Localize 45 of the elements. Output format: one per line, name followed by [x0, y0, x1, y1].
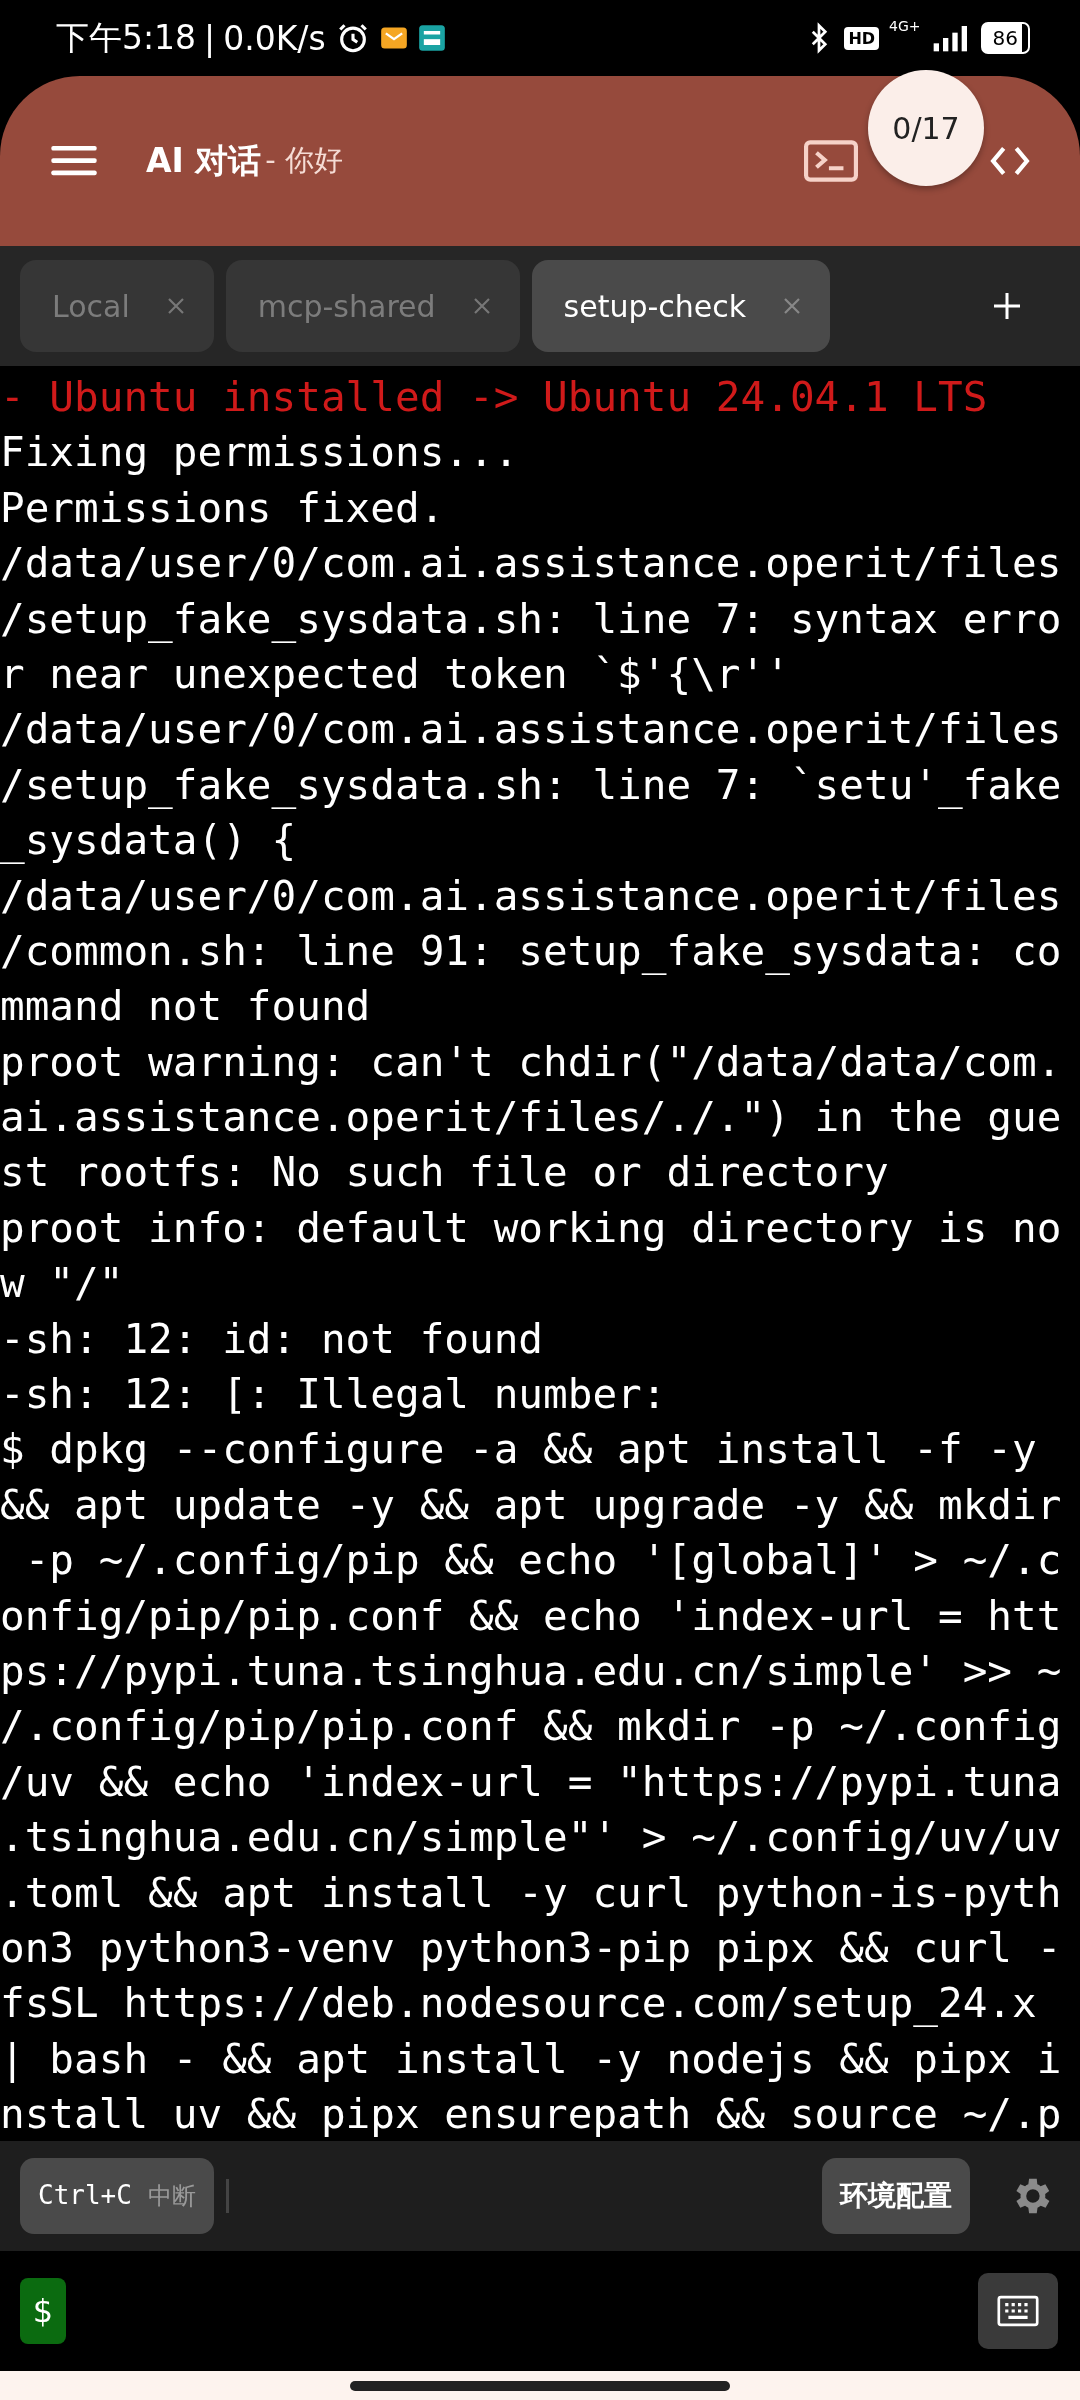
terminal-line: mmand not found: [0, 981, 372, 1033]
app-subtitle: - 你好: [265, 142, 343, 179]
status-time: 下午5:18: [56, 16, 197, 59]
terminal-line: w "/": [0, 1258, 125, 1310]
terminal-line: /setup_fake_sysdata.sh: line 7: syntax erro: [0, 593, 1063, 645]
battery-indicator: 86: [980, 22, 1030, 54]
terminal-line: /setup_fake_sysdata.sh: line 7: `setu'_fake: [0, 759, 1063, 811]
terminal-line: .tsinghua.edu.cn/simple"' > ~/.config/uv/uv: [0, 1812, 1063, 1864]
terminal-line: /common.sh: line 91: setup_fake_sysdata: co: [0, 925, 1063, 977]
terminal-line: _sysdata() {: [0, 815, 298, 867]
prompt-badge: $: [20, 2278, 66, 2344]
terminal-line: r near unexpected token `$'{\r'': [0, 648, 791, 700]
terminal-line: nstall uv && pipx ensurepath && source ~/.p: [0, 2089, 1063, 2141]
terminal-line: - Ubuntu installed -> Ubuntu 24.04.1 LTS: [0, 372, 989, 423]
terminal-line: /data/user/0/com.ai.assistance.operit/files: [0, 538, 1063, 590]
terminal-line: /uv && echo 'index-url = "https://pypi.tuna: [0, 1756, 1063, 1808]
terminal-line: $ dpkg --configure -a && apt install -f -y: [0, 1424, 1038, 1476]
terminal-line: Fixing permissions...: [0, 427, 520, 479]
environment-button[interactable]: 环境配置: [822, 2158, 970, 2234]
terminal-line: fsSL https://deb.nodesource.com/setup_24.x: [0, 1978, 1038, 2030]
terminal-tab[interactable]: setup-check: [531, 260, 831, 352]
terminal-line: on3 python3-venv python3-pip pipx && curl -: [0, 1922, 1063, 1974]
terminal-line: /.config/pip/pip.conf && mkdir -p ~/.config: [0, 1701, 1063, 1753]
terminal-line: st rootfs: No such file or directory: [0, 1147, 890, 1199]
network-speed: 0.0K/s: [223, 18, 326, 58]
hd-badge: HD: [844, 26, 880, 50]
terminal-line: /data/user/0/com.ai.assistance.operit/files: [0, 870, 1063, 922]
counter-badge: 0/17: [868, 70, 984, 186]
terminal-line: -sh: 12: id: not found: [0, 1313, 545, 1365]
terminal-line: proot info: default working directory is no: [0, 1202, 1063, 1254]
terminal-line: -p ~/.config/pip && echo '[global]' > ~/.c: [23, 1535, 1063, 1587]
terminal-line: Permissions fixed.: [0, 482, 446, 534]
interrupt-button[interactable]: Ctrl+C 中断: [20, 2158, 214, 2234]
status-separator: |: [204, 18, 216, 58]
network-type: 4G+: [889, 18, 921, 34]
terminal-line: && apt update -y && apt upgrade -y && mkdir: [0, 1479, 1063, 1531]
terminal-line: .toml && apt install -y curl python-is-pyth: [0, 1867, 1063, 1919]
terminal-line: ai.assistance.operit/files/./.") in the gue: [0, 1092, 1063, 1144]
app-title: AI 对话: [146, 139, 262, 182]
terminal-line: ps://pypi.tuna.tsinghua.edu.cn/simple' >> ~: [0, 1646, 1063, 1697]
terminal-line: /data/user/0/com.ai.assistance.operit/files: [0, 704, 1063, 756]
terminal-line: onfig/pip/pip.conf && echo 'index-url = htt: [0, 1590, 1063, 1642]
terminal-line: proot warning: can't chdir("/data/data/com.: [0, 1036, 1063, 1088]
terminal-line: | bash - && apt install -y nodejs && pipx i: [0, 2033, 1063, 2085]
terminal-line: -sh: 12: [: Illegal number:: [0, 1369, 668, 1421]
